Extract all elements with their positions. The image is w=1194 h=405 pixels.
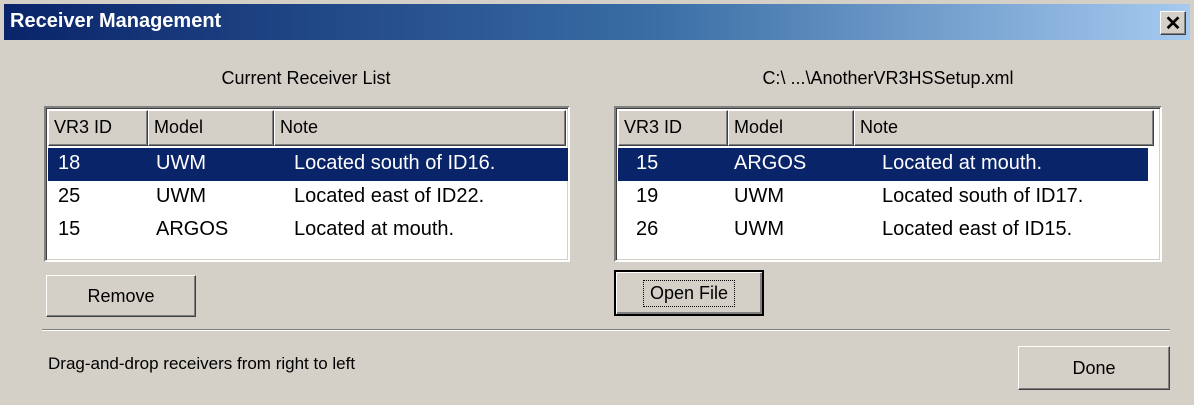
receiver-management-dialog: Receiver Management ✕ Current Receiver L… <box>0 0 1194 405</box>
close-button[interactable]: ✕ <box>1160 11 1186 35</box>
cell-id: 18 <box>58 152 81 174</box>
file-path-caption: C:\ ...\AnotherVR3HSSetup.xml <box>762 68 1014 88</box>
cell-id: 26 <box>636 218 659 240</box>
cell-note: Located east of ID22. <box>294 185 485 207</box>
cell-model: ARGOS <box>156 218 229 240</box>
open-file-button[interactable]: Open File <box>614 270 764 316</box>
cell-note: Located east of ID15. <box>882 218 1073 240</box>
done-button[interactable]: Done <box>1018 346 1170 390</box>
cell-model: UWM <box>156 152 206 174</box>
cell-note: Located at mouth. <box>294 218 455 240</box>
column-header-model[interactable]: Model <box>728 110 854 146</box>
remove-button[interactable]: Remove <box>46 275 196 317</box>
cell-id: 19 <box>636 185 659 207</box>
list-item[interactable]: 15 ARGOS Located at mouth. <box>618 148 1148 181</box>
list-item[interactable]: 25 UWM Located east of ID22. <box>48 181 568 214</box>
cell-model: UWM <box>156 185 206 207</box>
column-header-vr3-id[interactable]: VR3 ID <box>618 110 728 146</box>
cell-model: ARGOS <box>734 152 807 174</box>
cell-id: 15 <box>58 218 81 240</box>
status-hint: Drag-and-drop receivers from right to le… <box>48 354 356 373</box>
cell-model: UWM <box>734 185 784 207</box>
cell-id: 15 <box>636 152 659 174</box>
current-list-caption: Current Receiver List <box>221 68 391 88</box>
cell-id: 25 <box>58 185 81 207</box>
separator <box>42 329 1170 331</box>
list-item[interactable]: 26 UWM Located east of ID15. <box>618 214 1148 247</box>
column-header-model[interactable]: Model <box>148 110 274 146</box>
column-header-note[interactable]: Note <box>274 110 566 146</box>
list-item[interactable]: 15 ARGOS Located at mouth. <box>48 214 568 247</box>
open-file-label: Open File <box>642 279 736 307</box>
column-header-note[interactable]: Note <box>854 110 1154 146</box>
window-title: Receiver Management <box>10 10 222 32</box>
column-header-vr3-id[interactable]: VR3 ID <box>48 110 148 146</box>
cell-model: UWM <box>734 218 784 240</box>
close-icon: ✕ <box>1164 12 1182 35</box>
list-item[interactable]: 19 UWM Located south of ID17. <box>618 181 1148 214</box>
list-item[interactable]: 18 UWM Located south of ID16. <box>48 148 568 181</box>
current-receiver-list[interactable]: VR3 ID Model Note 18 UWM Located south o… <box>44 106 570 262</box>
cell-note: Located south of ID17. <box>882 185 1084 207</box>
cell-note: Located south of ID16. <box>294 152 496 174</box>
title-bar[interactable]: Receiver Management ✕ <box>4 4 1190 40</box>
file-receiver-list[interactable]: VR3 ID Model Note 15 ARGOS Located at mo… <box>614 106 1162 262</box>
cell-note: Located at mouth. <box>882 152 1043 174</box>
